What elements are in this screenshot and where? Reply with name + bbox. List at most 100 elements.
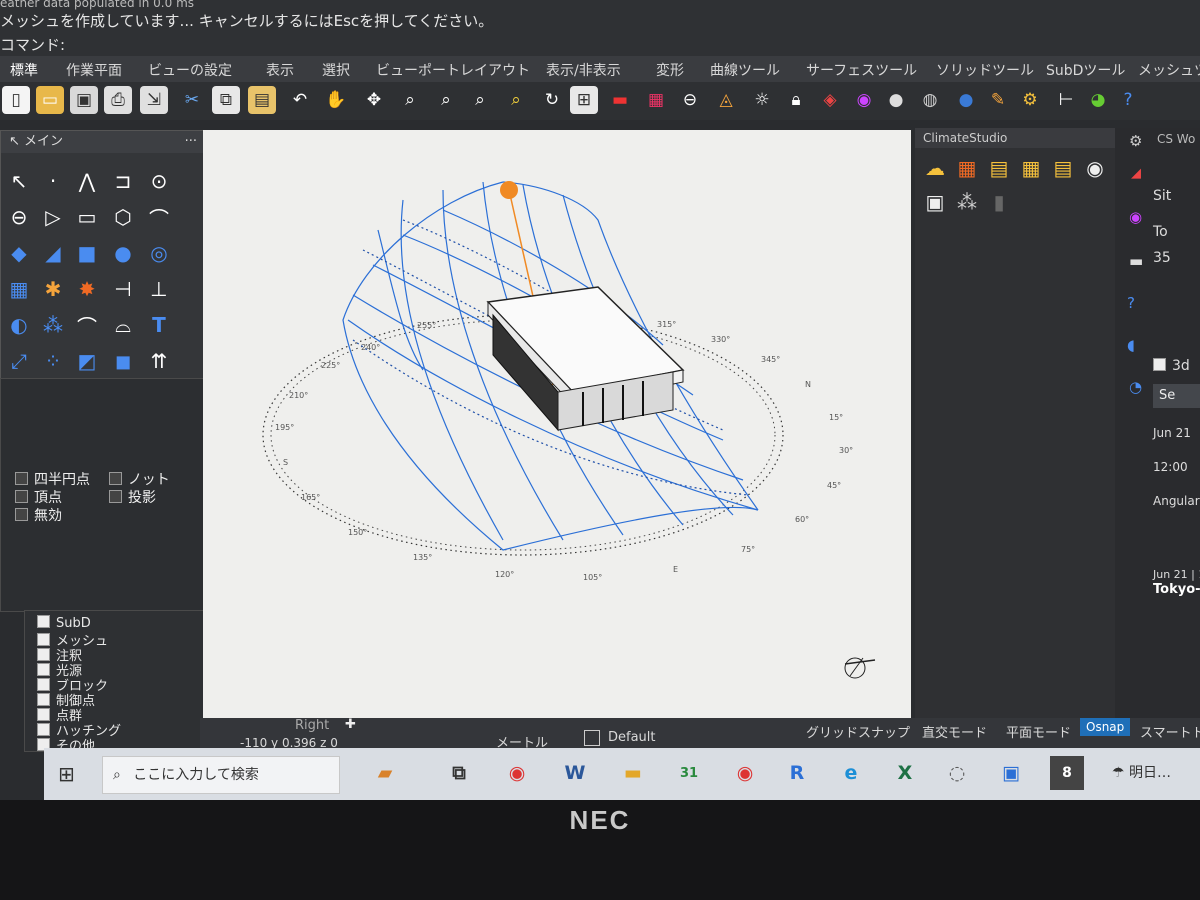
sphere-solid-icon[interactable]: ● (107, 237, 139, 269)
help-icon[interactable]: ? (1114, 86, 1142, 114)
new-icon[interactable]: ▯ (2, 86, 30, 114)
taskbar-search[interactable]: ⌕ ここに入力して検索 (102, 756, 340, 794)
grid-snap-toggle[interactable]: グリッドスナップ (806, 722, 910, 741)
lat-label[interactable]: 35 (1153, 250, 1171, 266)
gear-icon[interactable]: ⚙ (1129, 132, 1142, 150)
edge-icon[interactable]: e (834, 756, 868, 790)
layer-color-swatch[interactable] (584, 730, 600, 746)
split-icon[interactable]: ⊣ (107, 273, 139, 305)
checkbox[interactable] (15, 508, 28, 521)
pencil-icon[interactable]: ✎ (984, 86, 1012, 114)
osnap-knot[interactable]: ノット (109, 469, 170, 489)
zoom-extents-icon[interactable]: ⌕ (466, 86, 494, 114)
tab-mesh-tools[interactable]: メッシュツ (1138, 60, 1200, 80)
osnap-quad[interactable]: 四半円点 (15, 469, 90, 489)
ortho-toggle[interactable]: 直交モード (922, 722, 987, 741)
viewport-canvas[interactable]: 255° 240° 225° 210° 195° S 165° 150° 135… (203, 130, 911, 718)
curve-icon[interactable]: ⊐ (107, 165, 139, 197)
tab-display[interactable]: 表示 (266, 60, 294, 80)
checkbox[interactable] (15, 472, 28, 485)
zoom-window-icon[interactable]: ⌕ (432, 86, 460, 114)
cluster-icon[interactable]: ⁂ (951, 186, 983, 218)
cplane-icon[interactable]: ⊖ (676, 86, 704, 114)
ellipse-icon[interactable]: ⊖ (3, 201, 35, 233)
sphere-icon[interactable]: ● (952, 86, 980, 114)
panel-menu-icon[interactable]: ··· (185, 131, 197, 153)
rotate-icon[interactable]: ↻ (538, 86, 566, 114)
point-icon[interactable]: · (37, 165, 69, 197)
settings-panel-icon[interactable]: ▣ (919, 186, 951, 218)
array-icon[interactable]: ⁘ (37, 345, 69, 377)
grid-icon[interactable]: ▦ (642, 86, 670, 114)
tab-surface-tools[interactable]: サーフェスツール (806, 60, 917, 80)
store-icon[interactable]: ▣ (994, 756, 1028, 790)
chrome-icon[interactable]: ◉ (500, 756, 534, 790)
command-prompt[interactable]: コマンド: (0, 34, 65, 55)
checkbox[interactable] (109, 490, 122, 503)
weather-widget[interactable]: ☂ 明日… (1112, 762, 1171, 782)
tab-subd-tools[interactable]: SubDツール (1046, 60, 1125, 80)
surface-icon[interactable]: ◆ (3, 237, 35, 269)
burst-icon[interactable]: ✸ (71, 273, 103, 305)
copy-icon[interactable]: ⧉ (212, 86, 240, 114)
mode-select[interactable]: Angular (1153, 494, 1200, 508)
viewport[interactable]: 255° 240° 225° 210° 195° S 165° 150° 135… (203, 130, 911, 718)
time-field[interactable]: 12:00 (1153, 460, 1188, 474)
explorer-icon[interactable]: ▬ (616, 756, 650, 790)
word-icon[interactable]: W (558, 756, 592, 790)
osnap-icon[interactable]: ◬ (712, 86, 740, 114)
tab-viewport-layout[interactable]: ビューポートレイアウト (376, 60, 530, 80)
scale-icon[interactable]: ⤢ (3, 345, 35, 377)
cut-icon[interactable]: ✂ (178, 86, 206, 114)
join-icon[interactable]: ⁂ (37, 309, 69, 341)
checkbox[interactable] (1153, 358, 1166, 371)
color-wheel-icon[interactable]: ◉ (850, 86, 878, 114)
view3d-option[interactable]: 3d (1153, 358, 1190, 374)
box-icon[interactable]: ■ (71, 237, 103, 269)
add-viewport-icon[interactable]: ✚ (345, 717, 356, 732)
task-view-icon[interactable]: ⧉ (442, 756, 476, 790)
color-wheel-icon[interactable]: ◉ (1129, 208, 1142, 226)
weather-icon[interactable]: ☁ (919, 152, 951, 184)
grip-icon[interactable]: ⇈ (143, 345, 175, 377)
building-model[interactable] (486, 286, 685, 432)
help-icon[interactable]: ? (1127, 294, 1135, 312)
viewport-layout-icon[interactable]: ⊞ (570, 86, 598, 114)
lock-icon[interactable]: 🔒︎ (782, 86, 810, 114)
select-arrow-icon[interactable]: ↖ (3, 165, 35, 197)
checkbox[interactable] (15, 490, 28, 503)
tab-solid-tools[interactable]: ソリッドツール (936, 60, 1034, 80)
material-icon[interactable]: ● (882, 86, 910, 114)
chrome-alt-icon[interactable]: ◉ (728, 756, 762, 790)
current-layer[interactable]: Default (608, 730, 656, 745)
smarttrack-toggle[interactable]: スマートトラ (1140, 722, 1200, 741)
tab-select[interactable]: 選択 (322, 60, 350, 80)
view-icon[interactable]: ◉ (1079, 152, 1111, 184)
hexagon-icon[interactable]: ⬡ (107, 201, 139, 233)
checkbox[interactable] (37, 615, 50, 628)
open-icon[interactable]: ▭ (36, 86, 64, 114)
monitor-icon[interactable]: ▬ (1129, 252, 1143, 270)
paste-icon[interactable]: ▤ (248, 86, 276, 114)
render-icon[interactable]: ◍ (916, 86, 944, 114)
tree-icon[interactable]: ⊢ (1052, 86, 1080, 114)
rhino-8-icon[interactable]: 8 (1050, 756, 1084, 790)
tab-curve-tools[interactable]: 曲線ツール (710, 60, 780, 80)
sun-analysis-icon[interactable]: ▦ (951, 152, 983, 184)
fillet-icon[interactable]: ⌒ (71, 309, 103, 341)
loading-icon[interactable]: ◔ (1129, 378, 1142, 396)
city-label[interactable]: To (1153, 224, 1168, 240)
viewport-tab-right[interactable]: Right (295, 718, 329, 733)
daylight-icon[interactable]: ▤ (983, 152, 1015, 184)
osnap-disable[interactable]: 無効 (15, 505, 62, 525)
windows-start-icon[interactable]: ⊞ (58, 762, 75, 786)
pin-icon[interactable]: ◢ (1131, 166, 1141, 181)
pan-icon[interactable]: ✋ (322, 86, 350, 114)
set-button[interactable]: Se (1153, 384, 1200, 408)
layer-item[interactable]: SubD (37, 615, 91, 631)
text-icon[interactable]: T (143, 309, 175, 341)
explode-icon[interactable]: ✱ (37, 273, 69, 305)
osnap-vertex[interactable]: 頂点 (15, 487, 62, 507)
checkbox[interactable] (109, 472, 122, 485)
blend-icon[interactable]: ⌓ (107, 309, 139, 341)
